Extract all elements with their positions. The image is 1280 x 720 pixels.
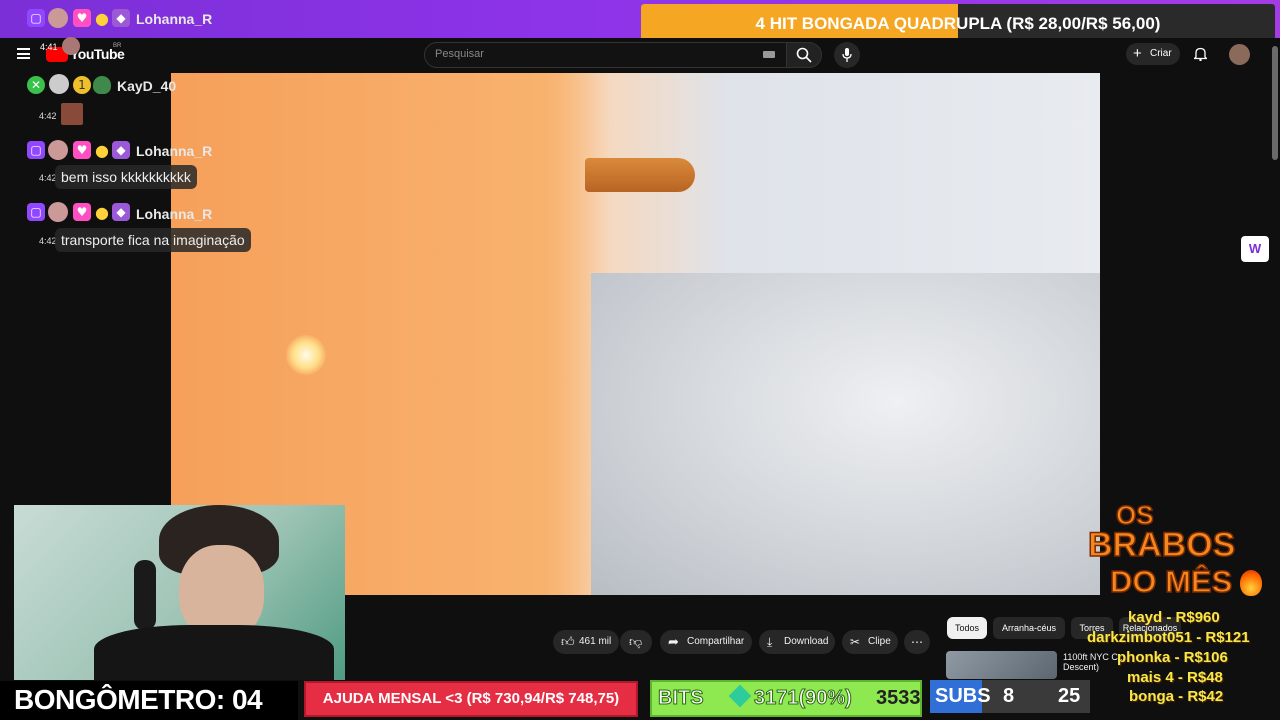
share-button[interactable]: ➦ Compartilhar	[660, 630, 752, 654]
brabos-list: kayd - R$960 darkzimbot051 - R$121 phonk…	[1084, 607, 1280, 707]
chat-username: KayD_40	[117, 78, 177, 94]
ajuda-mensal-bar: AJUDA MENSAL <3 (R$ 730,94/R$ 748,75)	[304, 681, 638, 717]
likes-count: 461 mil	[579, 636, 612, 647]
gold-1-badge-icon: 1	[73, 76, 91, 94]
video-clouds	[591, 273, 1100, 595]
download-icon: ⤓	[767, 635, 773, 649]
avatar-badge-icon	[48, 140, 68, 160]
bongometro-text: BONGÔMETRO: 04	[14, 684, 263, 715]
chat-message: transporte fica na imaginação	[55, 228, 251, 252]
overlay-avatar	[62, 37, 80, 55]
account-avatar[interactable]	[1229, 44, 1250, 65]
emoji-badge-icon: ●	[95, 202, 109, 222]
diamond-badge-icon: ◆	[112, 203, 130, 221]
diamond-badge-icon: ◆	[112, 141, 130, 159]
share-icon: ➦	[668, 634, 679, 649]
clip-label: Clipe	[868, 636, 891, 647]
search-icon	[796, 47, 812, 63]
brabos-list-item: kayd - R$960	[1128, 609, 1220, 626]
search-button[interactable]	[786, 42, 822, 68]
avatar-badge-icon	[48, 202, 68, 222]
bongometro-counter: BONGÔMETRO: 04	[0, 681, 298, 720]
brabos-list-item: bonga - R$42	[1129, 688, 1224, 705]
heart-badge-icon: ♥	[73, 141, 91, 159]
chat-username: Lohanna_R	[136, 206, 213, 222]
subs-total: 25	[1058, 685, 1081, 707]
create-button[interactable]: + Criar	[1126, 43, 1180, 65]
bits-gem-icon	[728, 684, 752, 708]
thumbs-up-icon: 👍︎	[561, 634, 575, 649]
youtube-region: BR	[113, 43, 122, 49]
like-button[interactable]: 👍︎ 461 mil	[553, 630, 619, 654]
streamer-body	[94, 625, 334, 680]
chat-emote-icon	[61, 103, 83, 125]
video-sun	[286, 335, 326, 375]
bits-value: 3171(90%)	[754, 687, 853, 710]
ajuda-text: AJUDA MENSAL <3 (R$ 730,94/R$ 748,75)	[322, 690, 620, 707]
emoji-badge-icon: ●	[95, 8, 109, 28]
bits-bar: BITS 3171(90%) 3533	[650, 680, 922, 717]
clip-button[interactable]: ✂ Clipe	[842, 630, 898, 654]
plus-icon: +	[1133, 45, 1142, 62]
twitch-badge-icon: ▢	[27, 203, 45, 221]
thumbs-down-icon: 👎︎	[629, 634, 643, 649]
video-pipe	[585, 158, 695, 192]
headphones-icon	[134, 560, 156, 630]
brabos-list-item: darkzimbot051 - R$121	[1087, 629, 1250, 646]
green-x-badge-icon: ✕	[27, 76, 45, 94]
webcam-feed	[14, 505, 345, 680]
heart-badge-icon: ♥	[73, 9, 91, 27]
related-video-thumbnail[interactable]	[946, 651, 1057, 679]
mic-button[interactable]	[834, 42, 860, 68]
fire-icon	[1240, 570, 1262, 596]
twitch-badge-icon: ▢	[27, 9, 45, 27]
emoji-badge-icon: ●	[95, 140, 109, 160]
brabos-list-item: mais 4 - R$48	[1127, 669, 1223, 686]
chip-label: Arranha-céus	[1001, 623, 1057, 633]
more-icon: ⋯	[911, 635, 923, 649]
bits-label: BITS	[658, 687, 705, 710]
extension-icon[interactable]: W	[1241, 236, 1269, 262]
menu-icon[interactable]	[17, 48, 30, 59]
brabos-title-line: BRABOS	[1087, 525, 1236, 565]
bits-total: 3533	[876, 687, 921, 709]
chat-message: bem isso kkkkkkkkkk	[55, 165, 197, 189]
avatar-badge-icon	[48, 8, 68, 28]
scrollbar[interactable]	[1272, 46, 1278, 160]
download-label: Download	[784, 636, 829, 647]
subs-value: 8	[1003, 685, 1015, 707]
chip-todos[interactable]: Todos	[947, 617, 987, 639]
brabos-title: OS BRABOS DO MÊS	[1086, 499, 1272, 604]
diamond-badge-icon: ◆	[112, 9, 130, 27]
search-placeholder: Pesquisar	[435, 48, 484, 60]
notifications-bell-icon[interactable]	[1192, 47, 1209, 62]
brabos-list-item: phonka - R$106	[1117, 649, 1228, 666]
top-username: Lohanna_R	[136, 11, 213, 27]
search-input[interactable]: Pesquisar	[424, 42, 788, 68]
download-button[interactable]: ⤓ Download	[759, 630, 835, 654]
dislike-button[interactable]: 👎︎	[620, 630, 652, 654]
twitch-badge-icon: ▢	[27, 141, 45, 159]
heart-badge-icon: ♥	[73, 203, 91, 221]
avatar-badge-icon	[49, 74, 69, 94]
keyboard-icon[interactable]	[763, 51, 775, 58]
chat-time: 4:42	[39, 173, 57, 183]
chip-label: Todos	[954, 623, 980, 633]
scissors-icon: ✂	[850, 635, 861, 649]
mic-icon	[842, 48, 852, 62]
chip-arranha-ceus[interactable]: Arranha-céus	[993, 617, 1065, 639]
subs-bar: SUBS 8 25	[930, 680, 1090, 713]
chat-time: 4:42	[39, 111, 57, 121]
create-label: Criar	[1150, 48, 1172, 59]
subs-label: SUBS	[935, 685, 991, 707]
chat-time: 4:42	[39, 236, 57, 246]
chat-overlay: ✕ 1 KayD_40 4:42 ▢ ♥ ● ◆ Lohanna_R 4:42 …	[0, 72, 300, 262]
overlay-time: 4:41	[40, 42, 58, 52]
brabos-title-line: DO MÊS	[1109, 563, 1233, 600]
share-label: Compartilhar	[687, 636, 745, 647]
shield-badge-icon	[93, 76, 111, 94]
more-actions-button[interactable]: ⋯	[904, 630, 930, 654]
chat-username: Lohanna_R	[136, 143, 213, 159]
